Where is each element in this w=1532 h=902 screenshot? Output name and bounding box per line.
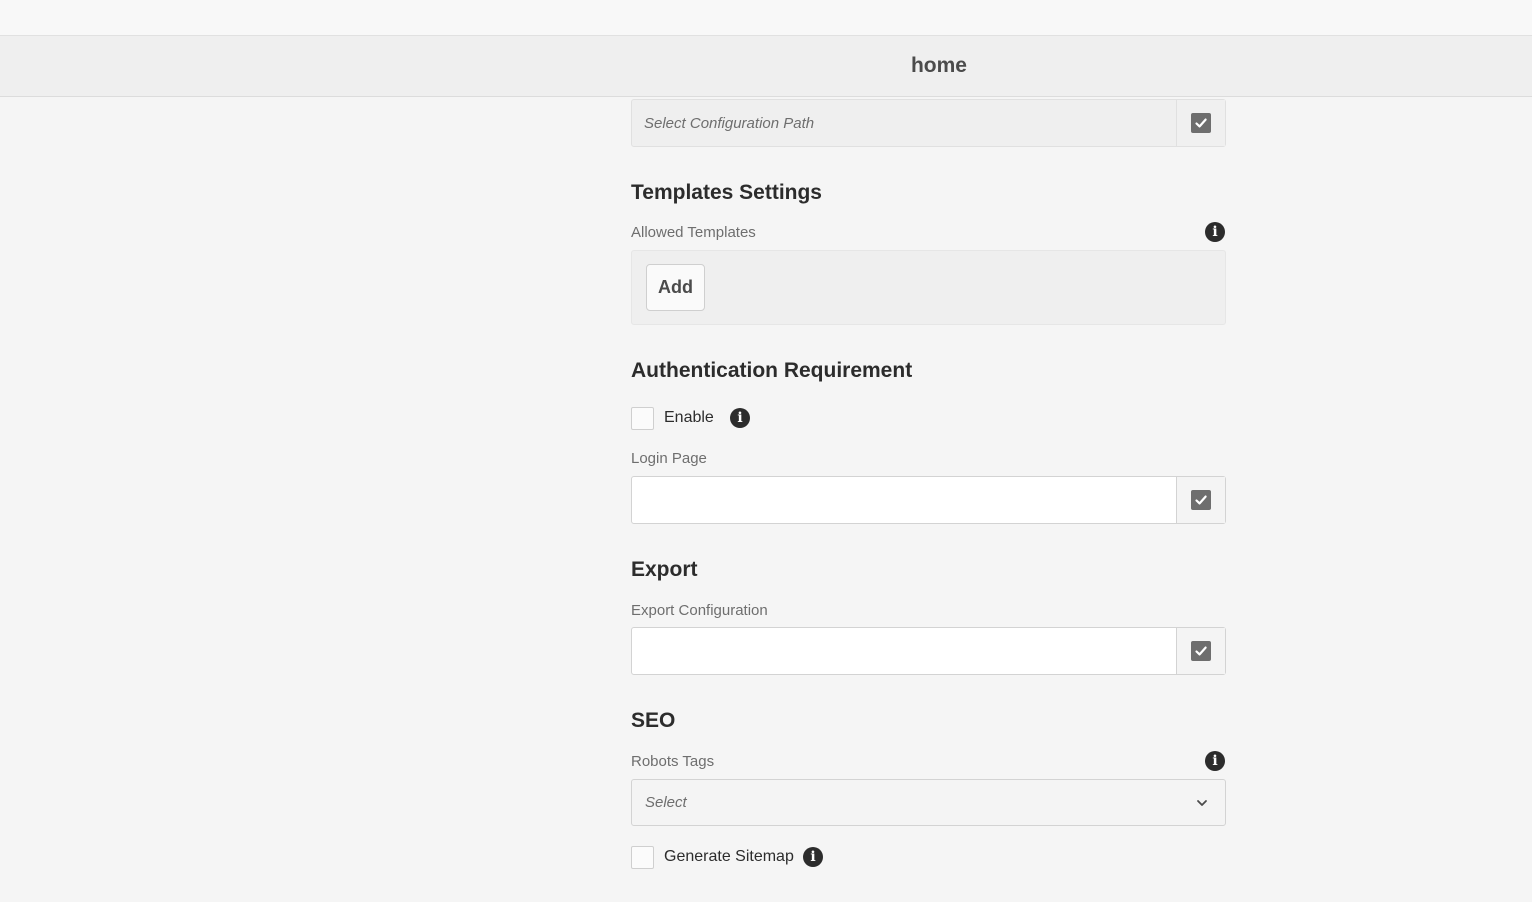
- generate-sitemap-label: Generate Sitemap: [664, 848, 794, 865]
- login-page-label: Login Page: [631, 450, 707, 467]
- configuration-path-input[interactable]: [632, 100, 1176, 146]
- generate-sitemap-row: Generate Sitemap: [631, 845, 794, 869]
- info-icon[interactable]: i: [730, 408, 750, 428]
- browser-top-strip: [0, 0, 1532, 36]
- allowed-templates-multifield: Add: [631, 250, 1226, 325]
- login-page-field: [631, 476, 1226, 524]
- enable-authentication-checkbox[interactable]: [631, 406, 654, 430]
- generate-sitemap-checkbox[interactable]: [631, 845, 654, 869]
- page-header: home: [0, 36, 1532, 97]
- chevron-down-icon: [1196, 796, 1208, 814]
- info-icon[interactable]: i: [803, 847, 823, 867]
- check-square-icon: [1191, 113, 1211, 133]
- check-square-icon: [1191, 490, 1211, 510]
- enable-authentication-row: Enable: [631, 406, 714, 430]
- page-properties-panel: Templates Settings Allowed Templates i A…: [631, 97, 1226, 902]
- robots-tags-select[interactable]: Select: [631, 779, 1226, 826]
- allowed-templates-label: Allowed Templates: [631, 224, 756, 241]
- enable-authentication-label: Enable: [664, 409, 714, 426]
- info-icon[interactable]: i: [1205, 222, 1225, 242]
- seo-heading: SEO: [631, 709, 676, 732]
- add-template-button[interactable]: Add: [646, 264, 705, 311]
- robots-tags-label: Robots Tags: [631, 753, 715, 770]
- robots-tags-selected-value: Select: [645, 794, 687, 811]
- templates-settings-heading: Templates Settings: [631, 181, 822, 204]
- export-configuration-field: [631, 627, 1226, 675]
- login-page-picker-button[interactable]: [1176, 477, 1225, 523]
- page-title: home: [910, 54, 967, 77]
- export-configuration-input[interactable]: [632, 628, 1176, 674]
- export-heading: Export: [631, 558, 698, 581]
- configuration-path-picker-button[interactable]: [1176, 100, 1225, 146]
- authentication-requirement-heading: Authentication Requirement: [631, 359, 913, 382]
- export-configuration-label: Export Configuration: [631, 602, 768, 619]
- login-page-input[interactable]: [632, 477, 1176, 523]
- export-configuration-picker-button[interactable]: [1176, 628, 1225, 674]
- info-icon[interactable]: i: [1205, 751, 1225, 771]
- configuration-path-field: [631, 99, 1226, 147]
- check-square-icon: [1191, 641, 1211, 661]
